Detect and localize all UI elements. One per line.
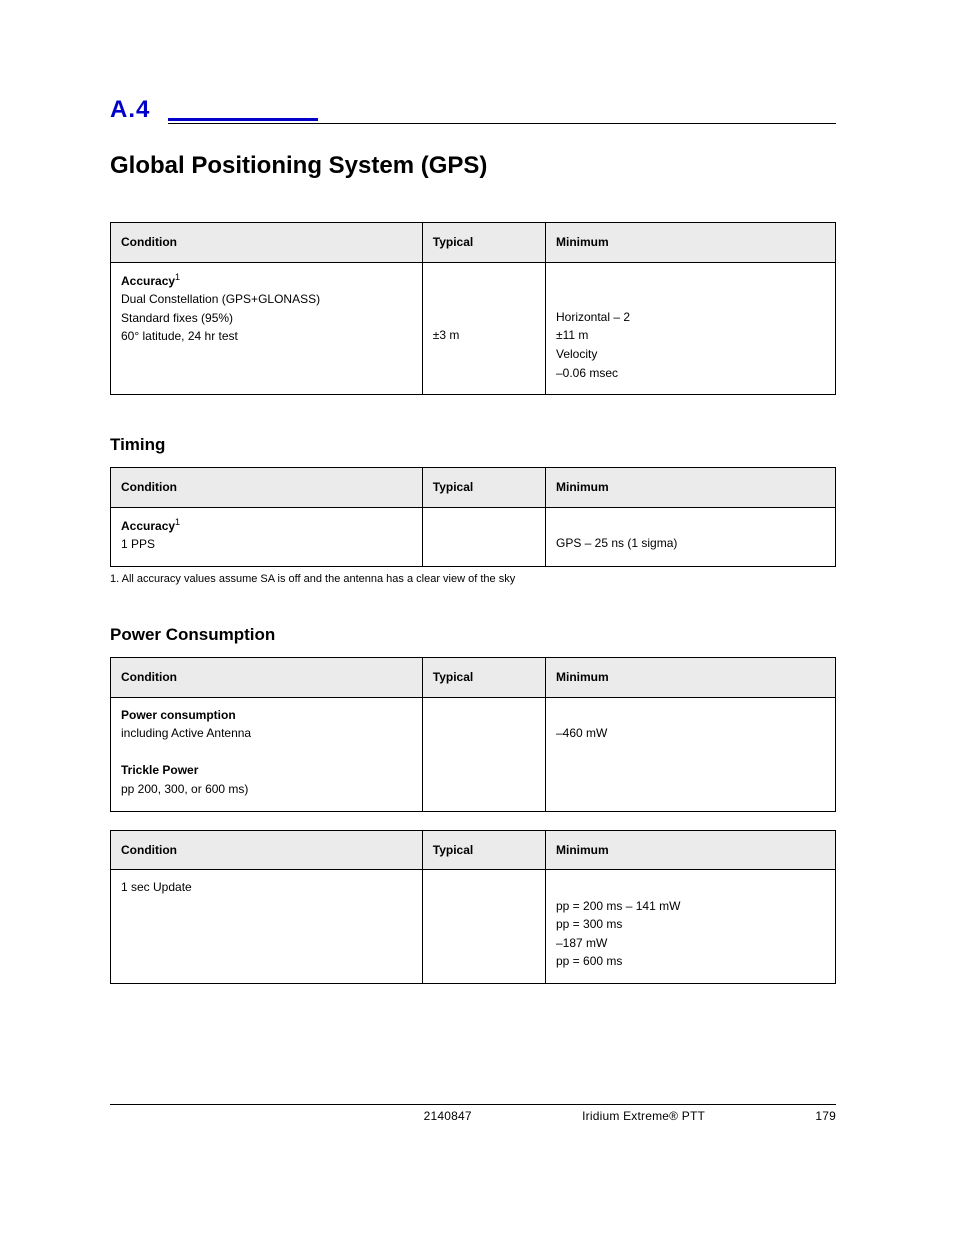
col-condition: Condition <box>111 830 423 870</box>
sub-heading-timing: Timing <box>110 435 836 455</box>
cell-text: Standard fixes (95%) <box>121 309 412 328</box>
table-header-row: Condition Typical Minimum <box>111 657 836 697</box>
cell-minimum: Horizontal – 2 ±11 m Velocity –0.06 msec <box>546 262 836 395</box>
col-condition: Condition <box>111 223 423 263</box>
cell-text: Horizontal – 2 <box>556 308 825 327</box>
col-condition: Condition <box>111 657 423 697</box>
footer-code: 2140847 <box>424 1109 472 1123</box>
footnote-timing: 1. All accuracy values assume SA is off … <box>110 573 836 585</box>
cell-text: including Active Antenna <box>121 724 412 743</box>
table-row: Accuracy1 Dual Constellation (GPS+GLONAS… <box>111 262 836 395</box>
row-heading: Accuracy <box>121 519 175 533</box>
row-heading: Accuracy <box>121 274 175 288</box>
sub-heading-power: Power Consumption <box>110 625 836 645</box>
footer-page: 179 <box>815 1109 836 1123</box>
cell-minimum: –460 mW <box>546 697 836 811</box>
cell-minimum: GPS – 25 ns (1 sigma) <box>546 507 836 566</box>
section-title: Global Positioning System (GPS) <box>110 152 836 180</box>
cell-text: 1 sec Update <box>121 878 412 897</box>
cell-text: –0.06 msec <box>556 364 825 383</box>
col-typical: Typical <box>422 830 545 870</box>
cell-text: 60° latitude, 24 hr test <box>121 327 412 346</box>
cell-text: pp = 600 ms <box>556 952 825 971</box>
section-header: A.4 <box>110 96 836 124</box>
table-header-row: Condition Typical Minimum <box>111 830 836 870</box>
rule-black <box>168 123 836 124</box>
col-minimum: Minimum <box>546 830 836 870</box>
col-typical: Typical <box>422 468 545 508</box>
col-minimum: Minimum <box>546 223 836 263</box>
footnote-ref: 1 <box>175 517 180 527</box>
cell-condition: Accuracy1 1 PPS <box>111 507 423 566</box>
col-typical: Typical <box>422 657 545 697</box>
footnote-ref: 1 <box>175 272 180 282</box>
cell-text: ±3 m <box>433 328 460 342</box>
table-header-row: Condition Typical Minimum <box>111 468 836 508</box>
section-rules <box>168 118 836 124</box>
cell-text: pp = 200 ms – 141 mW <box>556 897 825 916</box>
cell-text: pp = 300 ms <box>556 915 825 934</box>
table-row: 1 sec Update pp = 200 ms – 141 mW pp = 3… <box>111 870 836 984</box>
page-footer: 2140847 Iridium Extreme® PTT 179 <box>110 1104 836 1123</box>
table-power: Condition Typical Minimum Power consumpt… <box>110 657 836 812</box>
cell-text: Dual Constellation (GPS+GLONASS) <box>121 290 412 309</box>
cell-typical <box>422 697 545 811</box>
cell-typical <box>422 507 545 566</box>
cell-typical <box>422 870 545 984</box>
row-heading: Power consumption <box>121 708 236 722</box>
col-condition: Condition <box>111 468 423 508</box>
table-timing: Condition Typical Minimum Accuracy1 1 PP… <box>110 467 836 567</box>
col-minimum: Minimum <box>546 657 836 697</box>
cell-text: 1 PPS <box>121 535 412 554</box>
table-accuracy: Condition Typical Minimum Accuracy1 Dual… <box>110 222 836 395</box>
cell-minimum: pp = 200 ms – 141 mW pp = 300 ms –187 mW… <box>546 870 836 984</box>
col-typical: Typical <box>422 223 545 263</box>
col-minimum: Minimum <box>546 468 836 508</box>
cell-text: pp 200, 300, or 600 ms) <box>121 780 412 799</box>
footer-left <box>110 1109 313 1123</box>
table-header-row: Condition Typical Minimum <box>111 223 836 263</box>
table-row: Power consumption including Active Anten… <box>111 697 836 811</box>
cell-text: –187 mW <box>556 934 825 953</box>
cell-condition: 1 sec Update <box>111 870 423 984</box>
cell-text: –460 mW <box>556 724 825 743</box>
cell-condition: Power consumption including Active Anten… <box>111 697 423 811</box>
footer-product: Iridium Extreme® PTT <box>582 1109 705 1123</box>
table-row: Accuracy1 1 PPS GPS – 25 ns (1 sigma) <box>111 507 836 566</box>
cell-text: GPS – 25 ns (1 sigma) <box>556 534 825 553</box>
cell-typical: ±3 m <box>422 262 545 395</box>
rule-blue <box>168 118 318 121</box>
row-heading: Trickle Power <box>121 763 198 777</box>
cell-condition: Accuracy1 Dual Constellation (GPS+GLONAS… <box>111 262 423 395</box>
cell-text: ±11 m <box>556 326 825 345</box>
table-power2: Condition Typical Minimum 1 sec Update p… <box>110 830 836 985</box>
cell-text: Velocity <box>556 345 825 364</box>
section-number: A.4 <box>110 96 150 124</box>
